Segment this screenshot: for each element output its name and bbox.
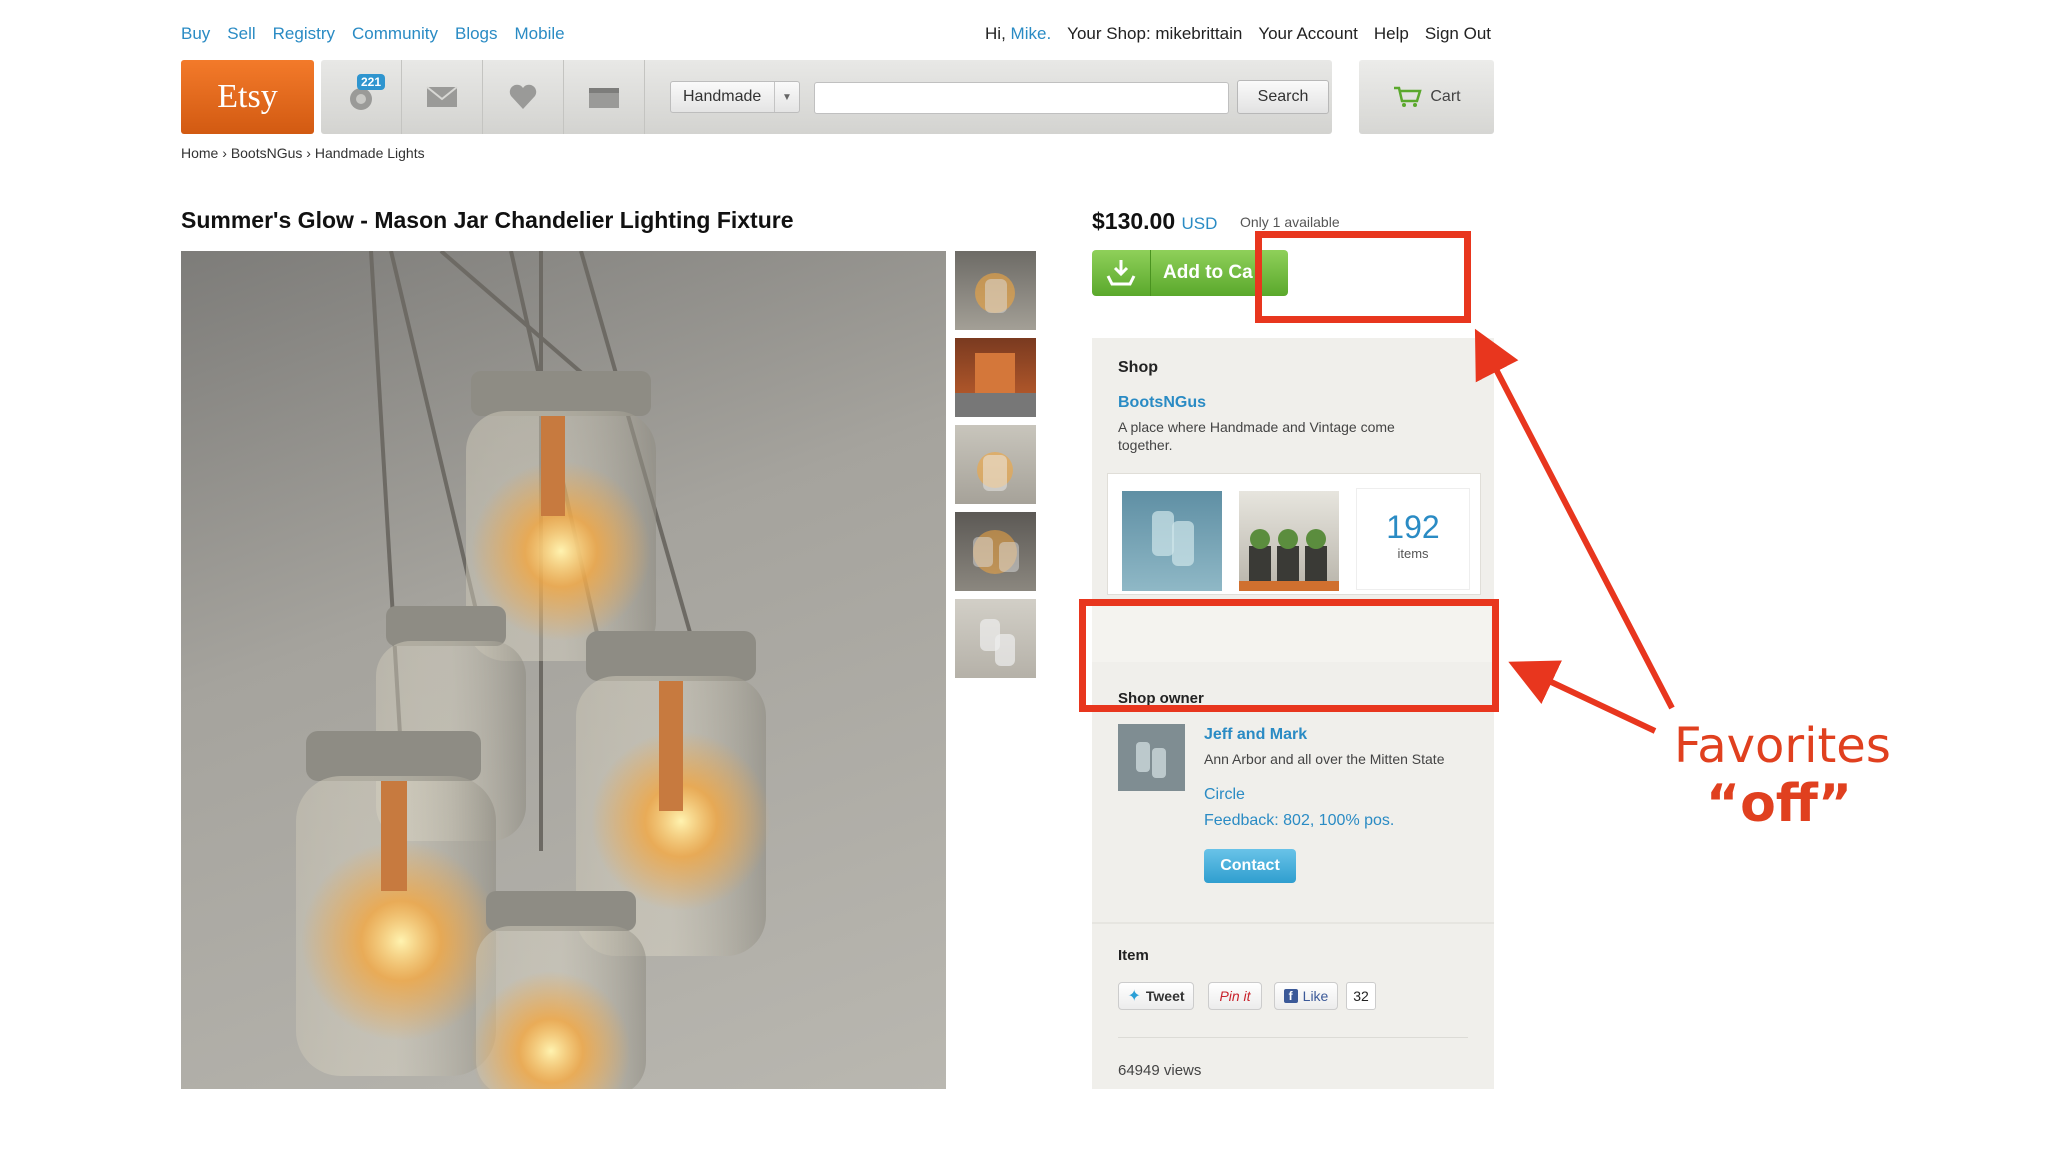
annotation-label: Favorites “off”: [1674, 718, 1891, 834]
annotation-line1: Favorites: [1674, 718, 1891, 774]
annotation-line2: “off”: [1705, 774, 1853, 834]
arrow-to-top-box: [1474, 328, 1675, 710]
annotation-arrows: [1474, 328, 1675, 734]
arrow-to-favorites-box: [1508, 660, 1657, 734]
